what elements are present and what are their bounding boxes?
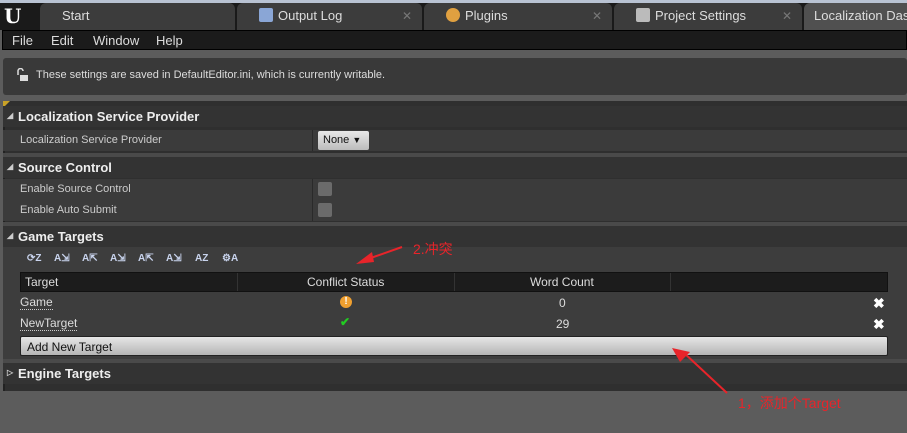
arrow-add — [682, 351, 728, 394]
annotation-add-target: 1，添加个Target — [738, 395, 841, 411]
annotation-arrows — [356, 246, 728, 394]
annotation-conflict: 2.冲突 — [413, 241, 453, 257]
arrow-head — [356, 252, 374, 264]
